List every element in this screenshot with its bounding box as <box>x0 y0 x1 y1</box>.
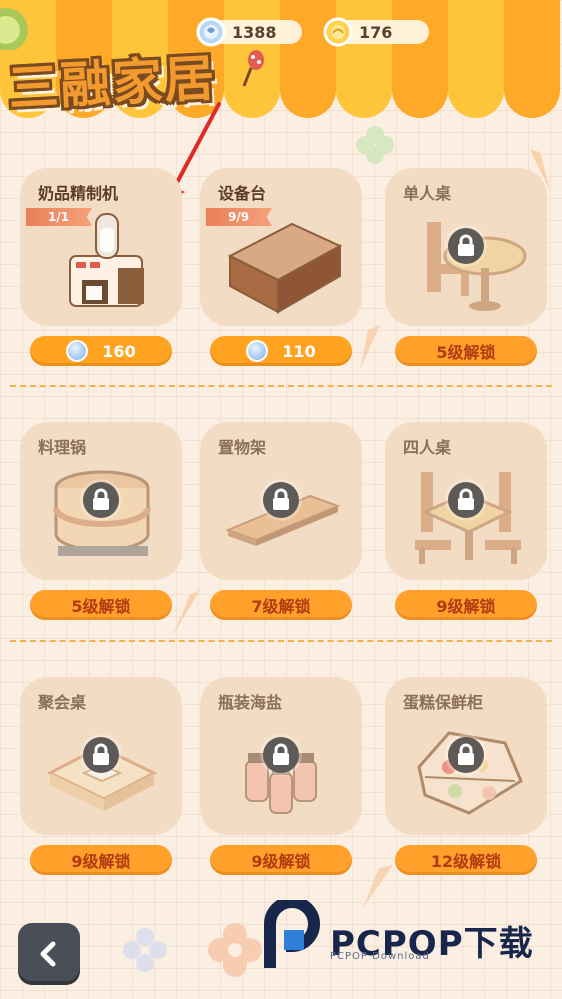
coin-count: 176 <box>359 22 393 42</box>
lock-icon <box>83 482 119 518</box>
carrot-deco-icon-3 <box>360 325 380 370</box>
maraca-icon <box>242 50 264 87</box>
flower-deco-icon <box>356 126 394 164</box>
pcpop-logo-icon <box>264 900 321 968</box>
gem-icon <box>196 17 226 47</box>
carrot-deco-icon-2 <box>173 590 200 635</box>
coin-currency-counter: 176 <box>323 17 429 47</box>
lock-icon <box>448 482 484 518</box>
unlock-button-four-person-table[interactable]: 9级解锁 <box>395 590 537 620</box>
equipment-table-art <box>227 222 343 314</box>
lime-deco-icon <box>0 8 28 50</box>
lock-icon <box>448 228 484 264</box>
gem-currency-counter: 1388 <box>196 17 302 47</box>
item-card-cooking-pot[interactable]: 料理锅 <box>20 422 182 580</box>
flower-deco-icon-3 <box>123 928 167 972</box>
lock-icon <box>263 482 299 518</box>
chevron-left-icon <box>40 941 56 967</box>
item-card-equipment-table[interactable]: 设备台 9/9 <box>200 168 362 326</box>
item-card-party-table[interactable]: 聚会桌 <box>20 677 182 835</box>
unlock-button-party-table[interactable]: 9级解锁 <box>30 845 172 875</box>
price-label: 110 <box>282 341 316 361</box>
item-card-cake-fridge[interactable]: 蛋糕保鲜柜 <box>385 677 547 835</box>
item-card-four-person-table[interactable]: 四人桌 <box>385 422 547 580</box>
unlock-button-bottled-sea-salt[interactable]: 9级解锁 <box>210 845 352 875</box>
unlock-button-single-table[interactable]: 5级解锁 <box>395 336 537 366</box>
buy-button-milk-machine[interactable]: 160 <box>30 336 172 366</box>
flower-deco-icon-2 <box>208 923 262 977</box>
gem-icon <box>66 340 89 362</box>
row-divider <box>10 385 552 387</box>
gem-count: 1388 <box>232 22 277 42</box>
milk-machine-art <box>69 213 144 307</box>
item-card-storage-shelf[interactable]: 置物架 <box>200 422 362 580</box>
gem-icon <box>246 340 269 362</box>
unlock-button-storage-shelf[interactable]: 7级解锁 <box>210 590 352 620</box>
lock-icon <box>83 737 119 773</box>
item-card-bottled-sea-salt[interactable]: 瓶装海盐 <box>200 677 362 835</box>
lock-icon <box>263 737 299 773</box>
buy-button-equipment-table[interactable]: 110 <box>210 336 352 366</box>
coin-icon <box>323 17 353 47</box>
unlock-button-cooking-pot[interactable]: 5级解锁 <box>30 590 172 620</box>
price-label: 160 <box>102 341 136 361</box>
row-divider <box>10 640 552 642</box>
game-title-logo: 三融家居 <box>6 49 218 118</box>
lock-icon <box>448 737 484 773</box>
item-card-milk-machine[interactable]: 奶品精制机 1/1 <box>20 168 182 326</box>
item-card-single-table[interactable]: 单人桌 <box>385 168 547 326</box>
pcpop-watermark: PCPOP下载 PCPOP Download <box>262 900 552 980</box>
back-button[interactable] <box>18 923 80 985</box>
unlock-button-cake-fridge[interactable]: 12级解锁 <box>395 845 537 875</box>
watermark-subtitle: PCPOP Download <box>330 951 430 962</box>
